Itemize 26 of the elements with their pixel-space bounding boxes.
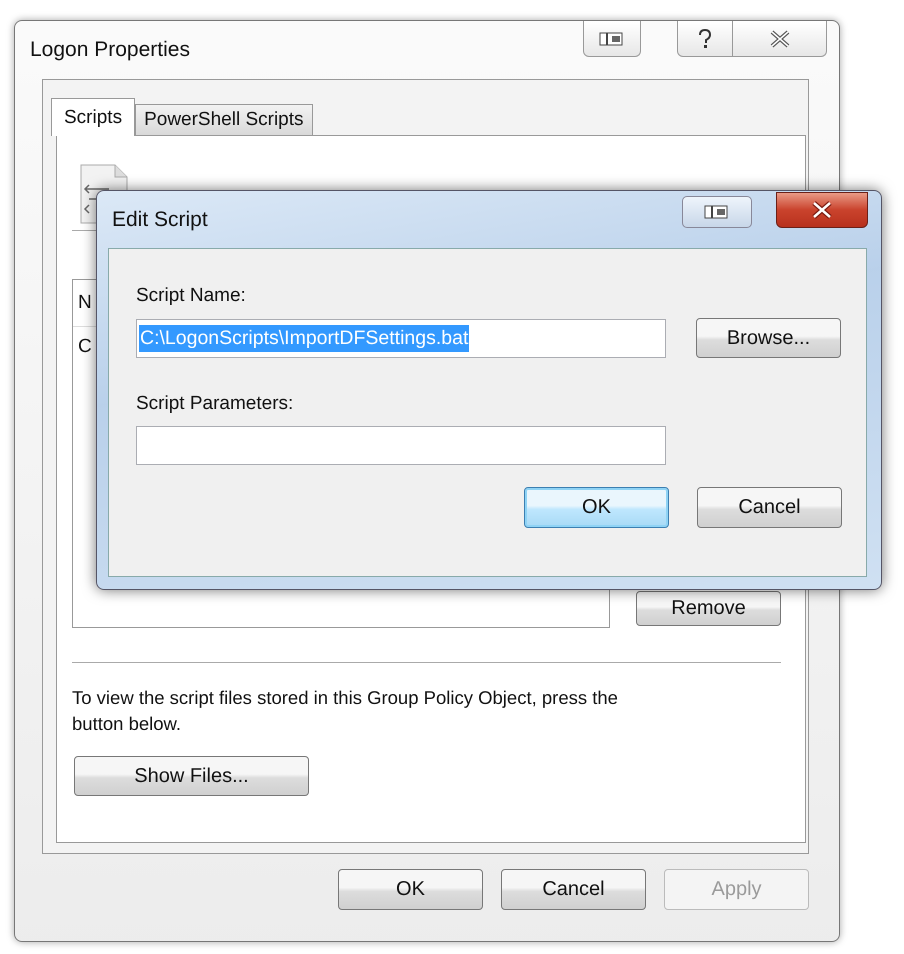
tab[interactable]: PowerShell Scripts [135, 104, 313, 135]
window-title: Logon Properties [30, 38, 190, 62]
field-label: Script Parameters: [136, 393, 294, 415]
remove-button[interactable]: Remove [636, 591, 781, 626]
column-header: N [78, 292, 92, 314]
close-icon [811, 201, 833, 219]
pin-button[interactable] [583, 21, 641, 57]
list-item: C [78, 336, 92, 358]
dialog-button[interactable]: OK [338, 869, 483, 910]
window-icon [599, 30, 625, 46]
pin-button[interactable] [682, 196, 752, 228]
description-text: To view the script files stored in this Group Policy Object, press the button below. [72, 686, 619, 736]
dialog-button[interactable]: OK [524, 487, 669, 528]
close-button[interactable] [776, 192, 868, 228]
help-button[interactable] [677, 21, 733, 57]
window-icon [704, 204, 730, 220]
tab[interactable]: Scripts [51, 98, 136, 136]
show-files-button[interactable]: Show Files... [74, 756, 309, 796]
input-field[interactable] [136, 426, 666, 465]
close-icon [768, 30, 790, 48]
dialog-button[interactable]: Cancel [501, 869, 646, 910]
dialog-title: Edit Script [112, 208, 208, 232]
browse-button[interactable]: Browse... [696, 318, 841, 358]
question-mark-icon [697, 28, 713, 50]
dialog-button[interactable]: Cancel [697, 487, 842, 528]
field-label: Script Name: [136, 285, 247, 307]
